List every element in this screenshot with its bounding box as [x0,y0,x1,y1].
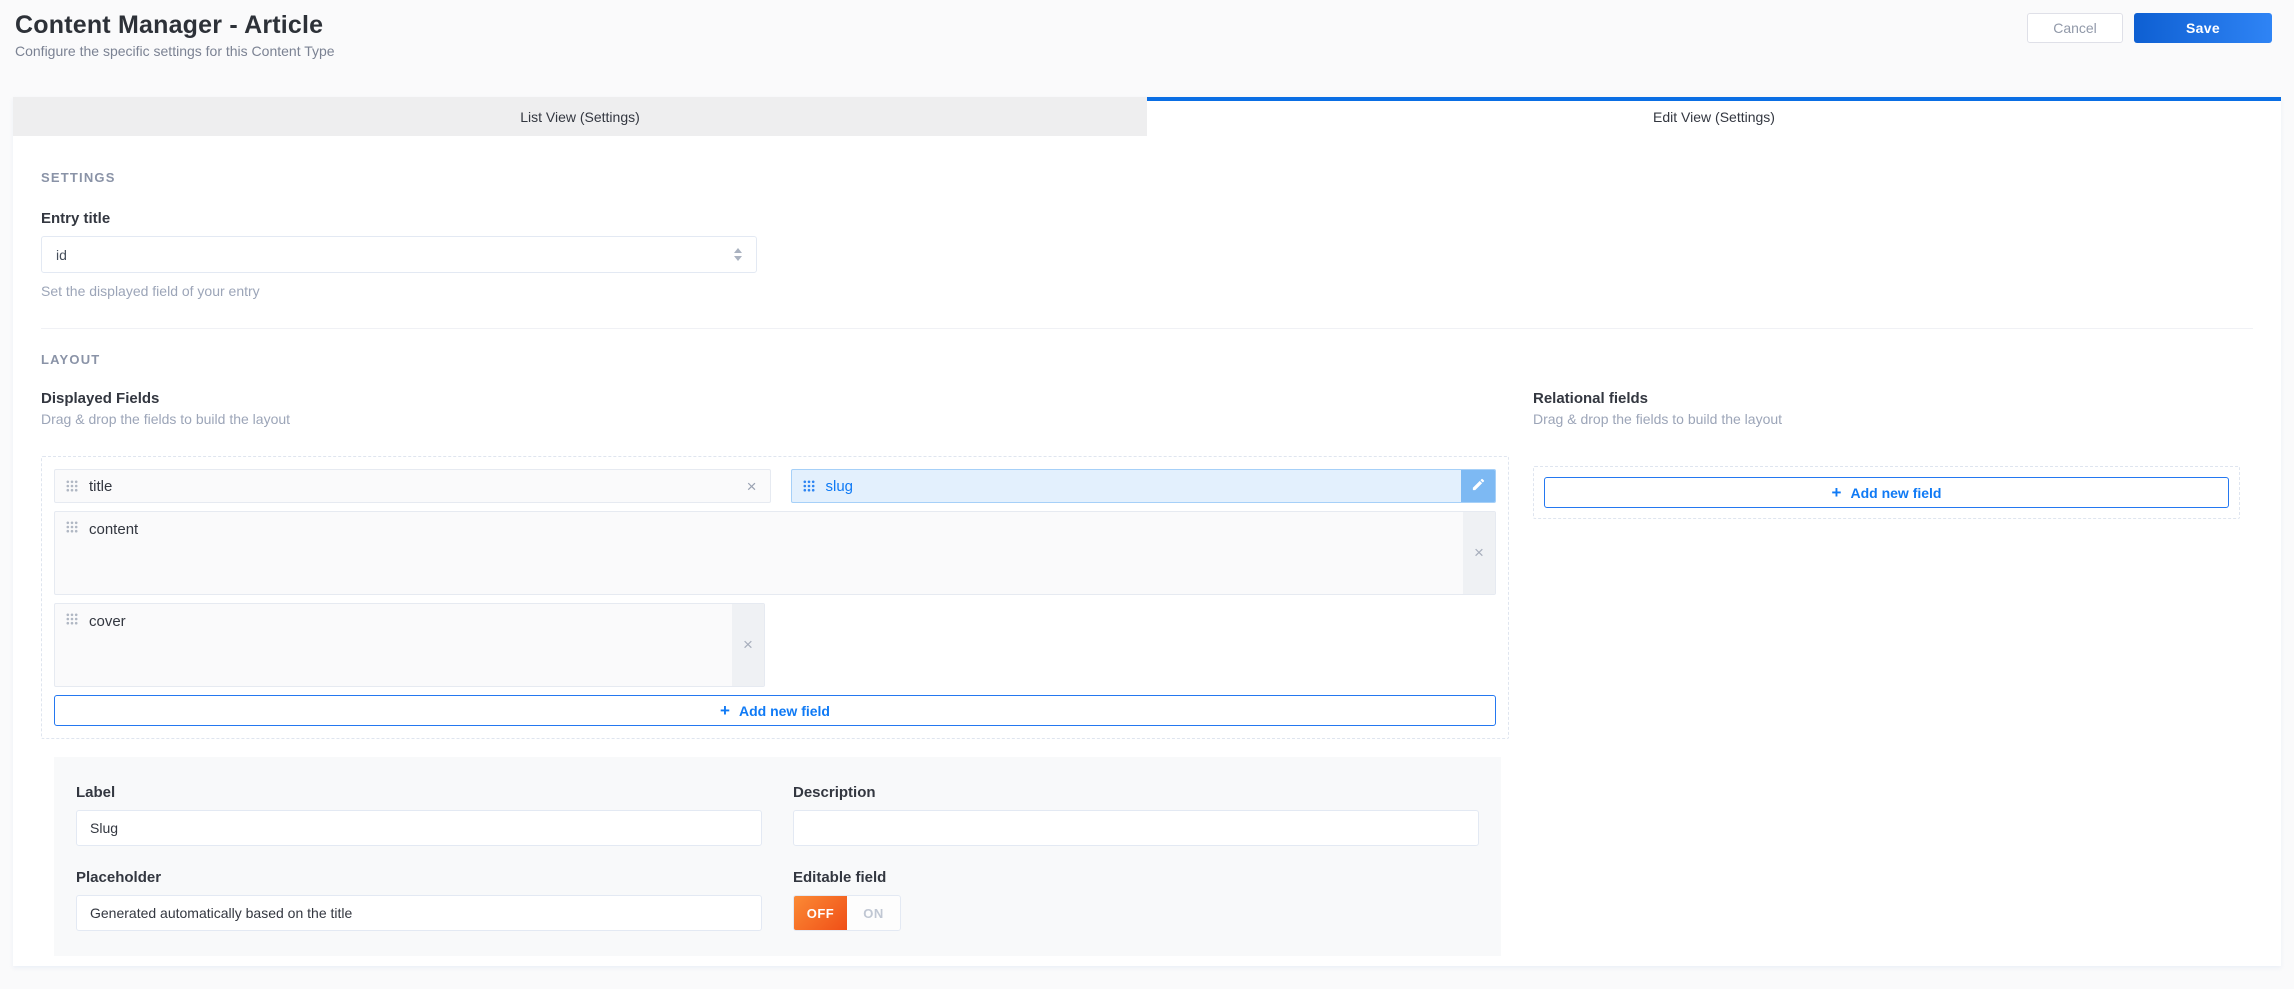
tab-edit-view-settings[interactable]: Edit View (Settings) [1147,97,2281,136]
entry-title-select[interactable]: id [41,236,757,273]
entry-title-label: Entry title [41,210,111,227]
add-field-label: Add new field [1850,484,1942,501]
tab-label: List View (Settings) [520,108,640,125]
field-chip-cover[interactable]: cover × [54,603,765,687]
pencil-icon [1471,477,1486,495]
header-actions: Cancel Save [2027,13,2272,43]
view-tabs: List View (Settings) Edit View (Settings… [13,97,2281,136]
placeholder-input[interactable] [76,895,762,931]
entry-title-helper: Set the displayed field of your entry [41,283,260,299]
displayed-fields-subtitle: Drag & drop the fields to build the layo… [41,411,291,427]
page-title: Content Manager - Article [15,11,324,39]
relational-fields-column: Relational fields Drag & drop the fields… [1533,390,2240,956]
edit-field-button[interactable] [1461,470,1495,502]
page-header: Content Manager - Article Configure the … [0,0,2294,97]
page-subtitle: Configure the specific settings for this… [15,43,335,59]
placeholder-field-label: Placeholder [76,869,162,886]
card-body: SETTINGS Entry title id Set the displaye… [13,170,2281,956]
displayed-fields-title: Displayed Fields [41,390,160,407]
field-chip-slug[interactable]: slug [790,469,1496,503]
plus-icon: + [720,700,730,720]
label-field: Label [76,784,762,846]
editable-field: Editable field OFF ON [793,869,1479,931]
field-row: cover × [54,603,1496,687]
tab-list-view-settings[interactable]: List View (Settings) [13,97,1147,136]
displayed-fields-column: Displayed Fields Drag & drop the fields … [41,390,1509,956]
field-editor-panel: Label Description Placeholder Ed [54,757,1501,956]
drag-handle-icon[interactable] [66,613,78,625]
relational-fields-title: Relational fields [1533,390,1649,407]
description-input[interactable] [793,810,1479,846]
field-row: title × slug [54,469,1496,503]
description-field-label: Description [793,784,876,801]
field-chip-label: title [89,477,113,495]
drag-handle-icon[interactable] [803,480,815,492]
close-icon[interactable]: × [732,604,764,686]
tab-label: Edit View (Settings) [1653,108,1775,125]
field-chip-content[interactable]: content × [54,511,1496,595]
settings-section-heading: SETTINGS [41,170,116,185]
settings-card: List View (Settings) Edit View (Settings… [13,97,2281,966]
add-field-label: Add new field [738,702,830,719]
section-divider [41,328,2253,329]
layout-columns: Displayed Fields Drag & drop the fields … [41,390,2253,956]
placeholder-field: Placeholder [76,869,762,931]
add-relational-field-button[interactable]: + Add new field [1544,477,2229,508]
label-input[interactable] [76,810,762,846]
field-row: content × [54,511,1496,595]
editable-field-label: Editable field [793,869,887,886]
close-icon[interactable]: × [1463,512,1495,594]
close-icon[interactable]: × [745,478,759,495]
field-chip-label: slug [825,477,854,495]
entry-title-selected-value: id [56,246,67,263]
save-button[interactable]: Save [2134,13,2272,43]
editable-toggle: OFF ON [793,895,901,931]
add-displayed-field-button[interactable]: + Add new field [54,695,1496,726]
relational-fields-dropzone: + Add new field [1533,466,2240,519]
field-chip-label: content [89,521,139,538]
toggle-on-option[interactable]: ON [847,896,900,930]
displayed-fields-dropzone: title × slug content × cover × + Add new… [41,456,1509,739]
plus-icon: + [1831,482,1842,502]
field-chip-label: cover [89,613,126,630]
relational-fields-subtitle: Drag & drop the fields to build the layo… [1533,411,1783,427]
drag-handle-icon[interactable] [66,521,78,533]
label-field-label: Label [76,784,116,801]
cancel-button[interactable]: Cancel [2027,13,2123,43]
chevron-up-down-icon [734,248,742,261]
field-editor-grid: Label Description Placeholder Ed [76,784,1479,931]
description-field: Description [793,784,1479,846]
field-chip-title[interactable]: title × [54,469,771,503]
toggle-off-option[interactable]: OFF [794,896,847,930]
layout-section-heading: LAYOUT [41,352,101,367]
drag-handle-icon[interactable] [66,480,78,492]
